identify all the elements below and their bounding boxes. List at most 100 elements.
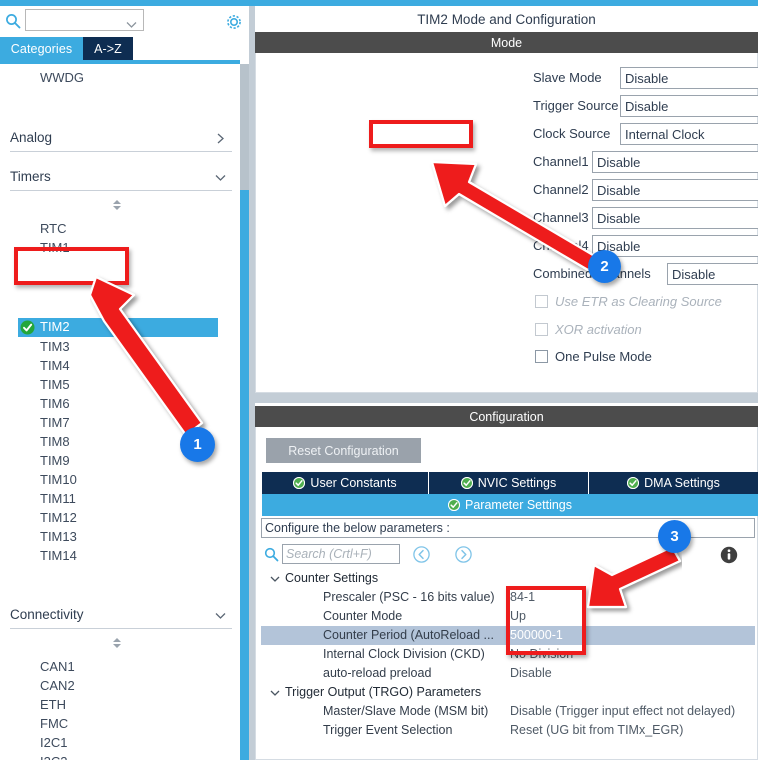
tree-item-rtc[interactable]: RTC (40, 219, 66, 238)
table-row[interactable]: Counter Mode Up (261, 607, 755, 626)
chevron-down-icon[interactable] (126, 16, 137, 34)
tab-a-to-z[interactable]: A->Z (83, 37, 133, 60)
field-clock-source-label: Clock Source (533, 126, 611, 141)
table-row[interactable]: Counter Period (AutoReload ... 500000-1 (261, 626, 755, 645)
parameter-settings-tree: Counter Settings Prescaler (PSC - 16 bit… (261, 569, 755, 758)
tree-item-tim14[interactable]: TIM14 (40, 546, 77, 565)
table-row[interactable]: Prescaler (PSC - 16 bits value) 84-1 (261, 588, 755, 607)
tree-item-can2[interactable]: CAN2 (40, 676, 75, 695)
table-row[interactable]: Master/Slave Mode (MSM bit) Disable (Tri… (261, 702, 755, 721)
configuration-tabs-row-1: User Constants NVIC Settings DMA Setting… (262, 472, 758, 494)
tree-item-tim12[interactable]: TIM12 (40, 508, 77, 527)
table-row[interactable]: Trigger Event Selection Reset (UG bit fr… (261, 721, 755, 740)
chevron-left-circle-icon[interactable] (413, 546, 430, 568)
field-channel2-label: Channel2 (533, 182, 589, 197)
panel-divider (255, 393, 758, 403)
tree-item-eth[interactable]: ETH (40, 695, 66, 714)
tree-group-connectivity-label: Connectivity (10, 607, 84, 622)
tree-item-tim8[interactable]: TIM8 (40, 432, 70, 451)
param-auto-reload-preload-value[interactable]: Disable (510, 666, 552, 680)
channel4-select[interactable]: Disable (592, 235, 758, 257)
checkbox-xor-activation-label: XOR activation (555, 321, 642, 337)
checkbox-icon[interactable] (535, 349, 548, 363)
tree-item-tim3[interactable]: TIM3 (40, 337, 70, 356)
param-trigger-event-selection-label: Trigger Event Selection (323, 723, 453, 737)
table-row[interactable]: Internal Clock Division (CKD) No Divisio… (261, 645, 755, 664)
tab-parameter-settings[interactable]: Parameter Settings (262, 494, 758, 516)
tree-item-tim6[interactable]: TIM6 (40, 394, 70, 413)
tree-group-timers[interactable]: Timers (10, 163, 232, 191)
annotation-badge-3: 3 (658, 520, 691, 553)
param-prescaler-label: Prescaler (PSC - 16 bits value) (323, 590, 495, 604)
field-trigger-source-label: Trigger Source (533, 98, 619, 113)
tree-item-tim11[interactable]: TIM11 (40, 489, 76, 508)
param-group-counter-settings[interactable]: Counter Settings (261, 569, 755, 588)
channel3-select[interactable]: Disable (592, 207, 758, 229)
tab-user-constants[interactable]: User Constants (262, 472, 429, 494)
peripheral-search-input[interactable] (25, 9, 144, 31)
tab-categories[interactable]: Categories (0, 37, 83, 60)
table-row[interactable]: auto-reload preload Disable (261, 664, 755, 683)
param-trigger-event-selection-value[interactable]: Reset (UG bit from TIMx_EGR) (510, 723, 683, 737)
tree-item-tim9[interactable]: TIM9 (40, 451, 70, 470)
tab-nvic-settings-label: NVIC Settings (477, 476, 557, 490)
field-channel4: Channel4 Disable (533, 235, 758, 257)
tree-item-tim13[interactable]: TIM13 (40, 527, 77, 546)
tab-nvic-settings[interactable]: NVIC Settings (429, 472, 589, 494)
checkbox-xor-activation: XOR activation (535, 320, 642, 338)
param-prescaler-value[interactable]: 84-1 (510, 590, 535, 604)
chevron-down-icon (215, 609, 226, 624)
param-counter-period-value[interactable]: 500000-1 (510, 628, 563, 642)
checkbox-one-pulse-mode-label: One Pulse Mode (555, 348, 652, 364)
channel2-select[interactable]: Disable (592, 179, 758, 201)
tree-item-tim7[interactable]: TIM7 (40, 413, 70, 432)
param-counter-mode-value[interactable]: Up (510, 609, 526, 623)
field-channel1: Channel1 Disable (533, 151, 758, 173)
tree-item-i2c2[interactable]: I2C2 (40, 752, 67, 760)
parameter-search-input[interactable]: Search (Crtl+F) (282, 544, 400, 564)
clock-source-select[interactable]: Internal Clock (620, 123, 758, 145)
tab-dma-settings[interactable]: DMA Settings (589, 472, 758, 494)
chevron-down-icon[interactable] (270, 573, 280, 587)
param-counter-mode-label: Counter Mode (323, 609, 403, 623)
param-master-slave-mode-label: Master/Slave Mode (MSM bit) (323, 704, 489, 718)
tree-item-tim2-label: TIM2 (40, 319, 70, 334)
param-group-trgo-label: Trigger Output (TRGO) Parameters (285, 685, 482, 699)
param-internal-clock-division-value[interactable]: No Division (510, 647, 573, 661)
tree-item-tim10[interactable]: TIM10 (40, 470, 77, 489)
peripheral-search-row (0, 6, 249, 37)
param-master-slave-mode-value[interactable]: Disable (Trigger input effect not delaye… (510, 704, 735, 718)
tree-group-analog[interactable]: Analog (10, 124, 232, 152)
tree-item-tim1[interactable]: TIM1 (40, 238, 70, 257)
tree-item-wwdg[interactable]: WWDG (40, 68, 84, 87)
field-channel4-label: Channel4 (533, 238, 589, 253)
trigger-source-select[interactable]: Disable (620, 95, 758, 117)
tree-item-i2c1[interactable]: I2C1 (40, 733, 67, 752)
tree-item-tim4[interactable]: TIM4 (40, 356, 70, 375)
channel1-select[interactable]: Disable (592, 151, 758, 173)
tree-item-can1[interactable]: CAN1 (40, 657, 75, 676)
tree-item-fmc[interactable]: FMC (40, 714, 68, 733)
field-channel3-label: Channel3 (533, 210, 589, 225)
field-channel3: Channel3 Disable (533, 207, 758, 229)
param-group-trgo-parameters[interactable]: Trigger Output (TRGO) Parameters (261, 683, 755, 702)
tree-scroll-spinner-icon[interactable] (110, 636, 124, 648)
reset-configuration-button[interactable]: Reset Configuration (266, 438, 421, 463)
tree-item-tim2[interactable]: TIM2 (18, 318, 218, 337)
tree-item-tim5[interactable]: TIM5 (40, 375, 70, 394)
checkbox-one-pulse-mode[interactable]: One Pulse Mode (535, 347, 652, 365)
check-circle-icon (448, 499, 460, 511)
slave-mode-select[interactable]: Disable (620, 67, 758, 89)
field-slave-mode-label: Slave Mode (533, 70, 602, 85)
gear-icon[interactable] (224, 12, 244, 32)
left-panel-scrollbar-thumb[interactable] (240, 190, 249, 760)
info-icon[interactable] (720, 546, 738, 569)
tree-scroll-spinner-icon[interactable] (110, 198, 124, 210)
mode-section-header: Mode (255, 32, 758, 53)
combined-channels-select[interactable]: Disable (667, 263, 758, 285)
field-slave-mode: Slave Mode Disable (533, 67, 758, 89)
tree-group-connectivity[interactable]: Connectivity (10, 601, 232, 629)
chevron-down-icon[interactable] (270, 687, 280, 701)
configuration-section-header: Configuration (255, 406, 758, 427)
chevron-right-circle-icon[interactable] (455, 546, 472, 568)
